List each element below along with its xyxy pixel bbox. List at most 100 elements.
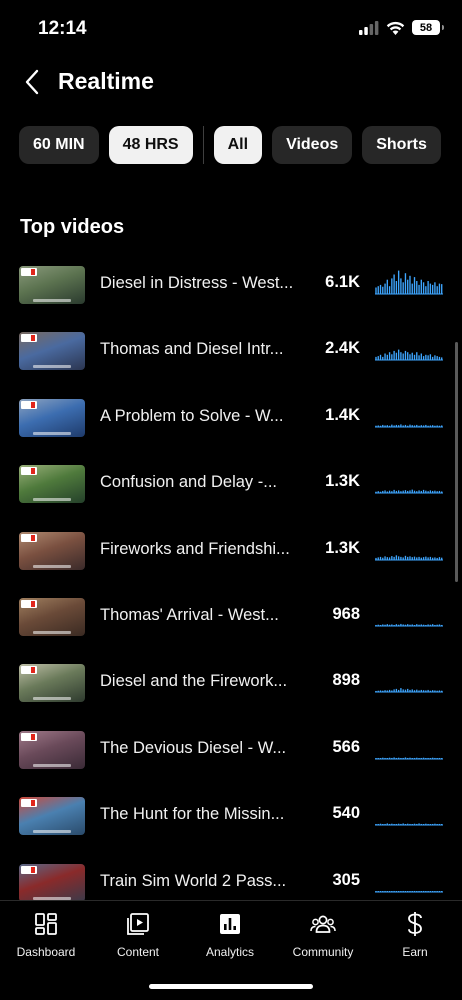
sparkline-bar [397, 690, 400, 693]
sparkline-bar [438, 890, 441, 892]
chip-48-hrs[interactable]: 48 HRS [108, 126, 193, 164]
sparkline-bar [431, 357, 434, 361]
sparkline-bar [416, 757, 418, 759]
sparkline-bar [420, 353, 422, 361]
sparkline-bar [382, 357, 384, 361]
sparkline-bar [400, 890, 402, 892]
sparkline-bar [388, 824, 391, 826]
chip-all[interactable]: All [213, 126, 263, 164]
sparkline-bar [382, 757, 384, 759]
scrollbar[interactable] [455, 342, 458, 582]
sparkline-bar [409, 624, 411, 626]
sparkline-bar [431, 557, 434, 560]
nav-earn[interactable]: Earn [369, 911, 461, 959]
activity-sparkline [375, 270, 443, 295]
sparkline-bar [438, 425, 441, 427]
sparkline-bar [416, 624, 418, 626]
sparkline-bar [388, 757, 391, 759]
video-thumbnail [19, 863, 85, 900]
sparkline-bar [402, 490, 404, 494]
chip-videos[interactable]: Videos [272, 126, 353, 164]
sparkline-bar [400, 352, 402, 361]
thumbnail-logo-badge [21, 334, 37, 343]
video-row[interactable]: Fireworks and Friendshi... 1.3K [0, 518, 462, 584]
thumbnail-caption [33, 763, 71, 767]
chip-60-min[interactable]: 60 MIN [19, 126, 99, 164]
chip-shorts[interactable]: Shorts [362, 126, 441, 164]
sparkline-bar [438, 757, 441, 759]
sparkline-bar [434, 890, 436, 892]
sparkline-bar [411, 824, 413, 826]
video-row[interactable]: Thomas' Arrival - West... 968 [0, 584, 462, 650]
video-row[interactable]: The Devious Diesel - W... 566 [0, 717, 462, 783]
nav-dashboard[interactable]: Dashboard [0, 911, 92, 959]
sparkline-bar [402, 282, 404, 294]
video-row[interactable]: The Hunt for the Missin... 540 [0, 783, 462, 849]
sparkline-bar [431, 890, 434, 892]
sparkline-bar [427, 281, 429, 294]
sparkline-bar [386, 424, 388, 427]
sparkline-bar [402, 425, 404, 427]
video-thumbnail [19, 598, 85, 636]
sparkline-bar [434, 282, 436, 294]
activity-sparkline [375, 349, 443, 361]
sparkline-bar [422, 824, 425, 826]
sparkline-bar [438, 824, 441, 826]
back-button[interactable] [14, 64, 50, 100]
sparkline-bar [407, 425, 409, 427]
activity-sparkline [375, 757, 443, 760]
nav-label-analytics: Analytics [205, 945, 255, 959]
sparkline-bar [395, 689, 398, 693]
sparkline-bar [425, 424, 427, 427]
video-row[interactable]: Confusion and Delay -... 1.3K [0, 451, 462, 517]
nav-analytics[interactable]: Analytics [184, 911, 276, 959]
sparkline-bar [391, 690, 393, 693]
sparkline-bar [404, 351, 407, 361]
video-row[interactable]: Diesel and the Firework... 898 [0, 650, 462, 716]
video-row[interactable]: Thomas and Diesel Intr... 2.4K [0, 318, 462, 384]
sparkline-bar [420, 890, 422, 892]
sparkline-bar [375, 357, 377, 361]
sparkline-bar [384, 624, 386, 626]
sparkline-bar [436, 890, 438, 892]
sparkline-bar [425, 890, 427, 892]
sparkline-bar [434, 490, 436, 494]
sparkline-bar [379, 425, 382, 427]
home-indicator [149, 984, 313, 989]
sparkline-bar [422, 490, 425, 494]
sparkline-bar [407, 279, 409, 294]
sparkline-bar [395, 491, 398, 494]
nav-content[interactable]: Content [92, 911, 184, 959]
activity-sparkline [375, 688, 443, 693]
nav-label-community: Community [292, 945, 354, 959]
sparkline-bar [436, 557, 438, 560]
nav-community[interactable]: Community [277, 911, 369, 959]
sparkline-bar [375, 757, 377, 759]
video-thumbnail [19, 398, 85, 437]
sparkline-bar [393, 490, 395, 494]
sparkline-bar [441, 425, 443, 427]
sparkline-bar [384, 890, 386, 892]
sparkline-bar [397, 757, 400, 759]
sparkline-bar [416, 424, 418, 427]
sparkline-bar [427, 624, 429, 626]
video-row[interactable]: Train Sim World 2 Pass... 305 [0, 850, 462, 900]
video-title: The Hunt for the Missin... [100, 805, 285, 824]
sparkline-bar [438, 690, 441, 693]
sparkline-bar [391, 555, 393, 560]
video-row[interactable]: A Problem to Solve - W... 1.4K [0, 385, 462, 451]
video-row[interactable]: Diesel in Distress - West... 6.1K [0, 252, 462, 318]
sparkline-bar [379, 690, 382, 693]
sparkline-bar [379, 284, 382, 294]
sparkline-bar [441, 557, 443, 560]
sparkline-bar [431, 757, 434, 759]
sparkline-bar [377, 356, 379, 361]
video-thumbnail [19, 797, 85, 836]
sparkline-bar [436, 286, 438, 294]
nav-label-dashboard: Dashboard [16, 945, 76, 959]
video-title: A Problem to Solve - W... [100, 406, 284, 425]
video-thumbnail [19, 664, 85, 703]
sparkline-bar [425, 355, 427, 361]
sparkline-bar [388, 286, 391, 294]
sparkline-bar [409, 690, 411, 693]
